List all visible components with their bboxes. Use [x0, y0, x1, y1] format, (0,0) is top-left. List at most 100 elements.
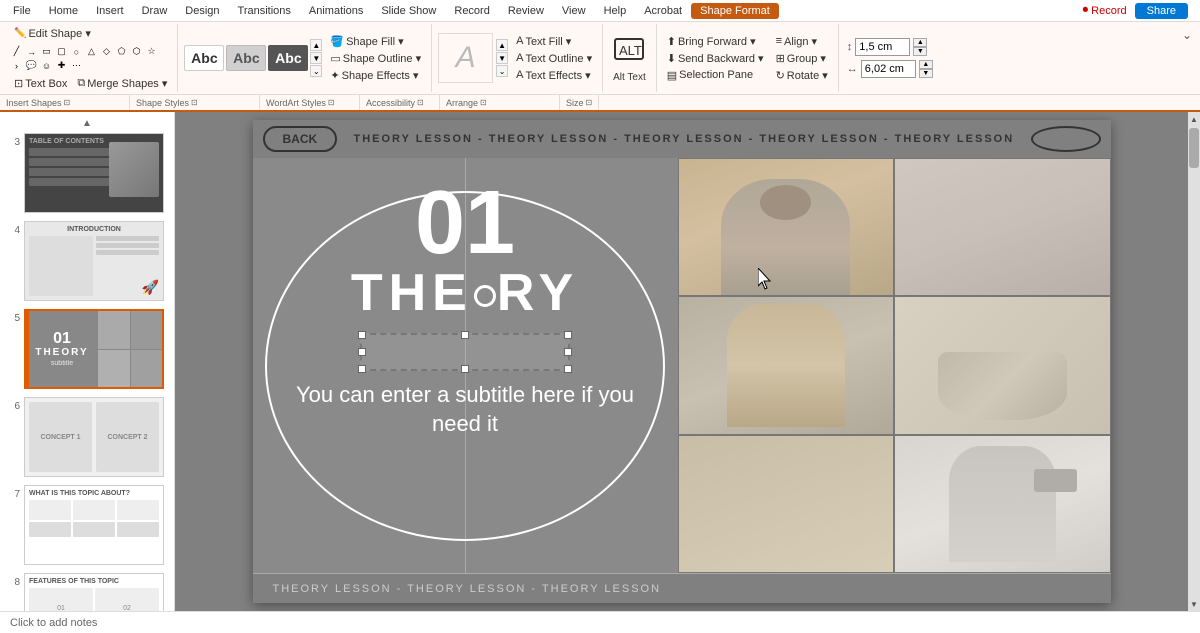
- shape-rect-icon[interactable]: ▭: [40, 45, 53, 58]
- style-scroll-down[interactable]: ▼: [310, 52, 322, 64]
- wordart-scroll-up[interactable]: ▲: [496, 39, 508, 51]
- subtitle-text[interactable]: You can enter a subtitle here if you nee…: [253, 381, 678, 438]
- handle-bc[interactable]: [461, 365, 469, 373]
- shape-callout-icon[interactable]: 💬: [25, 59, 38, 72]
- tab-insert[interactable]: Insert: [87, 3, 133, 19]
- merge-shapes-button[interactable]: ⧉ Merge Shapes ▾: [73, 76, 171, 91]
- slide-5[interactable]: BACK THEORY LESSON - THEORY LESSON - THE…: [253, 120, 1111, 603]
- handle-tc[interactable]: [461, 331, 469, 339]
- rotate-button[interactable]: ↻ Rotate ▾: [772, 68, 832, 83]
- arrange-label: Arrange ⊡: [440, 95, 560, 110]
- slide-num-3: 3: [6, 133, 20, 148]
- edit-shape-button[interactable]: ✏️ Edit Shape ▾: [10, 26, 95, 41]
- send-backward-button[interactable]: ⬇ Send Backward ▾: [663, 51, 768, 66]
- shape-more-icon[interactable]: ⋯: [70, 59, 83, 72]
- selection-pane-button[interactable]: ▤ Selection Pane: [663, 68, 768, 83]
- tab-review[interactable]: Review: [499, 3, 553, 19]
- panel-scroll-up[interactable]: ▲: [4, 116, 170, 131]
- bring-forward-button[interactable]: ⬆ Bring Forward ▾: [663, 34, 768, 49]
- back-button[interactable]: BACK: [263, 126, 338, 152]
- style-expand[interactable]: ⌄: [310, 65, 322, 77]
- tab-shape-format[interactable]: Shape Format: [691, 3, 779, 19]
- slide-thumb-5[interactable]: 5 01 THEORY subtitle: [4, 307, 170, 391]
- style-scroll-up[interactable]: ▲: [310, 39, 322, 51]
- handle-ml[interactable]: [358, 348, 366, 356]
- width-spinner-up[interactable]: ▲: [919, 60, 933, 69]
- slide-thumb-7[interactable]: 7 WHAT IS THIS TOPIC ABOUT?: [4, 483, 170, 567]
- svg-text:ALT: ALT: [619, 43, 642, 58]
- handle-mr[interactable]: [564, 348, 572, 356]
- rotate-icon: ↻: [776, 69, 785, 82]
- slide-thumb-3[interactable]: 3 TABLE OF CONTENTS: [4, 131, 170, 215]
- ticker-top-text: THEORY LESSON - THEORY LESSON - THEORY L…: [347, 133, 1020, 145]
- shape-fill-button[interactable]: 🪣 Shape Fill ▾: [326, 34, 425, 49]
- tab-view[interactable]: View: [553, 3, 595, 19]
- shape-pentagon-icon[interactable]: ⬠: [115, 45, 128, 58]
- wordart-styles-group: A ▲ ▼ ⌄ A Text Fill ▾ A Text Outline ▾ A: [432, 24, 603, 92]
- width-spinner-down[interactable]: ▼: [919, 69, 933, 78]
- text-fill-icon: A: [516, 35, 523, 47]
- scroll-thumb[interactable]: [1189, 128, 1199, 168]
- shape-smiley-icon[interactable]: ☺: [40, 59, 53, 72]
- tab-slideshow[interactable]: Slide Show: [372, 3, 445, 19]
- shape-line-icon[interactable]: ╱: [10, 45, 23, 58]
- tab-animations[interactable]: Animations: [300, 3, 372, 19]
- shape-triangle-icon[interactable]: △: [85, 45, 98, 58]
- group-icon: ⊞: [776, 52, 785, 65]
- shape-style-sample-1[interactable]: Abc: [184, 45, 224, 71]
- tab-design[interactable]: Design: [176, 3, 228, 19]
- ribbon-expand-button[interactable]: ⌄: [1178, 24, 1196, 92]
- slide-thumb-8[interactable]: 8 FEATURES OF THIS TOPIC 01 02: [4, 571, 170, 611]
- shape-cross-icon[interactable]: ✚: [55, 59, 68, 72]
- status-bar: Click to add notes: [0, 611, 1200, 633]
- slide-img-7: WHAT IS THIS TOPIC ABOUT?: [24, 485, 164, 565]
- width-input[interactable]: 6,02 cm: [861, 60, 916, 78]
- slide-thumb-6[interactable]: 6 CONCEPT 1 CONCEPT 2: [4, 395, 170, 479]
- selected-textbox[interactable]: [360, 333, 570, 371]
- height-spinner-up[interactable]: ▲: [913, 38, 927, 47]
- shape-style-sample-2[interactable]: Abc: [226, 45, 266, 71]
- scroll-up-arrow[interactable]: ▲: [1188, 112, 1200, 126]
- handle-tl[interactable]: [358, 331, 366, 339]
- wordart-expand[interactable]: ⌄: [496, 65, 508, 77]
- shape-oval-icon[interactable]: ○: [70, 45, 83, 58]
- record-button[interactable]: ⏺ Record: [1083, 4, 1127, 17]
- tab-file[interactable]: File: [4, 3, 40, 19]
- align-button[interactable]: ≡ Align ▾: [772, 34, 832, 49]
- shape-arrow-icon[interactable]: →: [25, 45, 38, 58]
- right-scrollbar[interactable]: ▲ ▼: [1188, 112, 1200, 611]
- tab-help[interactable]: Help: [595, 3, 636, 19]
- add-notes-text[interactable]: Click to add notes: [10, 617, 97, 629]
- shape-outline-button[interactable]: ▭ Shape Outline ▾: [326, 51, 425, 66]
- text-outline-button[interactable]: A Text Outline ▾: [512, 51, 596, 66]
- wordart-scroll-down[interactable]: ▼: [496, 52, 508, 64]
- tab-record[interactable]: Record: [445, 3, 498, 19]
- shape-hex-icon[interactable]: ⬡: [130, 45, 143, 58]
- tab-home[interactable]: Home: [40, 3, 87, 19]
- shape-effects-button[interactable]: ✦ Shape Effects ▾: [326, 68, 425, 83]
- send-backward-icon: ⬇: [667, 52, 676, 65]
- shape-chevron-icon[interactable]: ›: [10, 59, 23, 72]
- share-button[interactable]: Share: [1135, 3, 1188, 19]
- scroll-down-arrow[interactable]: ▼: [1188, 597, 1200, 611]
- accessibility-group: ALT Alt Text: [603, 24, 657, 92]
- text-effects-button[interactable]: A Text Effects ▾: [512, 68, 596, 83]
- tab-acrobat[interactable]: Acrobat: [635, 3, 691, 19]
- tab-draw[interactable]: Draw: [133, 3, 177, 19]
- alt-text-button[interactable]: ALT Alt Text: [613, 33, 646, 83]
- shape-style-sample-3[interactable]: Abc: [268, 45, 308, 71]
- photo-cell-6: [894, 435, 1111, 573]
- shape-rounded-rect-icon[interactable]: ▢: [55, 45, 68, 58]
- shape-star-icon[interactable]: ☆: [145, 45, 158, 58]
- text-box-button[interactable]: ⊡ Text Box: [10, 76, 71, 91]
- handle-br[interactable]: [564, 365, 572, 373]
- text-fill-button[interactable]: A Text Fill ▾: [512, 34, 596, 49]
- shape-diamond-icon[interactable]: ◇: [100, 45, 113, 58]
- handle-tr[interactable]: [564, 331, 572, 339]
- height-spinner-down[interactable]: ▼: [913, 47, 927, 56]
- tab-transitions[interactable]: Transitions: [229, 3, 300, 19]
- handle-bl[interactable]: [358, 365, 366, 373]
- slide-thumb-4[interactable]: 4 INTRODUCTION 🚀: [4, 219, 170, 303]
- height-input[interactable]: 1,5 cm: [855, 38, 910, 56]
- group-button[interactable]: ⊞ Group ▾: [772, 51, 832, 66]
